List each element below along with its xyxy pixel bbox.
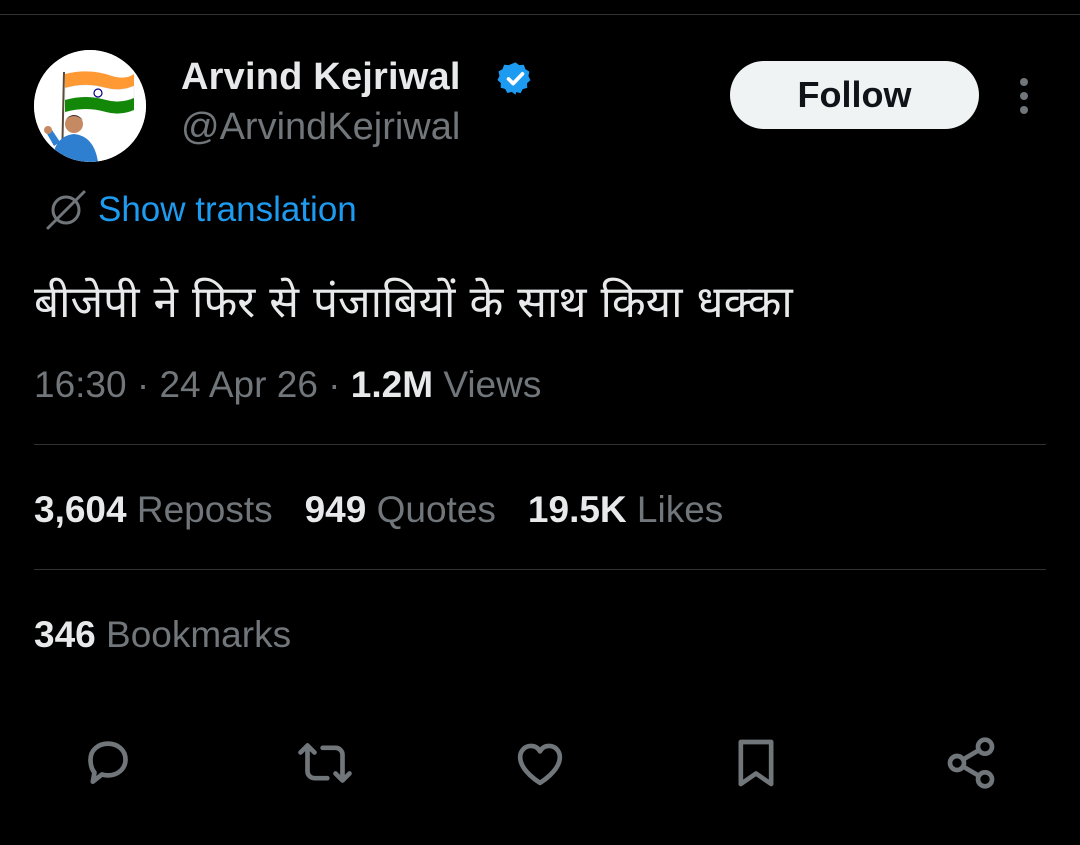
likes-label: Likes xyxy=(626,489,724,530)
follow-button[interactable]: Follow xyxy=(730,61,979,129)
author-handle[interactable]: @ArvindKejriwal xyxy=(181,106,460,149)
engagement-stats: 3,604 Reposts 949 Quotes 19.5K Likes xyxy=(34,489,723,531)
verified-badge-icon xyxy=(497,62,531,95)
top-divider xyxy=(0,14,1080,15)
share-icon[interactable] xyxy=(943,735,999,791)
likes-stat[interactable]: 19.5K Likes xyxy=(528,489,723,530)
like-icon[interactable] xyxy=(512,735,568,791)
show-translation-label[interactable]: Show translation xyxy=(98,190,357,230)
tweet-meta: 16:30 · 24 Apr 26 · 1.2M Views xyxy=(34,364,541,406)
meta-separator: · xyxy=(317,364,351,405)
views-label: Views xyxy=(433,364,542,405)
bookmarks-label: Bookmarks xyxy=(95,614,292,655)
likes-count: 19.5K xyxy=(527,489,627,530)
avatar[interactable] xyxy=(34,50,146,162)
bookmark-icon[interactable] xyxy=(728,735,784,791)
quotes-count: 949 xyxy=(304,489,367,530)
avatar-image xyxy=(34,50,146,162)
translate-icon xyxy=(46,190,86,230)
tweet-date[interactable]: 24 Apr 26 xyxy=(159,364,317,405)
more-vertical-icon[interactable] xyxy=(1010,76,1038,116)
divider xyxy=(34,569,1046,570)
views-count: 1.2M xyxy=(350,364,434,405)
reposts-count: 3,604 xyxy=(34,489,127,530)
reply-icon[interactable] xyxy=(80,735,136,791)
bookmarks-count: 346 xyxy=(34,614,96,655)
reposts-label: Reposts xyxy=(126,489,273,530)
divider xyxy=(34,444,1046,445)
author-name[interactable]: Arvind Kejriwal xyxy=(181,56,461,99)
quotes-label: Quotes xyxy=(366,489,496,530)
show-translation-link[interactable]: Show translation xyxy=(44,188,357,232)
meta-separator: · xyxy=(126,364,160,405)
tweet-text: बीजेपी ने फिर से पंजाबियों के साथ किया ध… xyxy=(34,277,793,328)
reposts-stat[interactable]: 3,604 Reposts xyxy=(34,489,273,530)
quotes-stat[interactable]: 949 Quotes xyxy=(305,489,496,530)
bookmarks-stat: 346 Bookmarks xyxy=(34,614,291,656)
repost-icon[interactable] xyxy=(297,735,353,791)
tweet-time[interactable]: 16:30 xyxy=(34,364,127,405)
